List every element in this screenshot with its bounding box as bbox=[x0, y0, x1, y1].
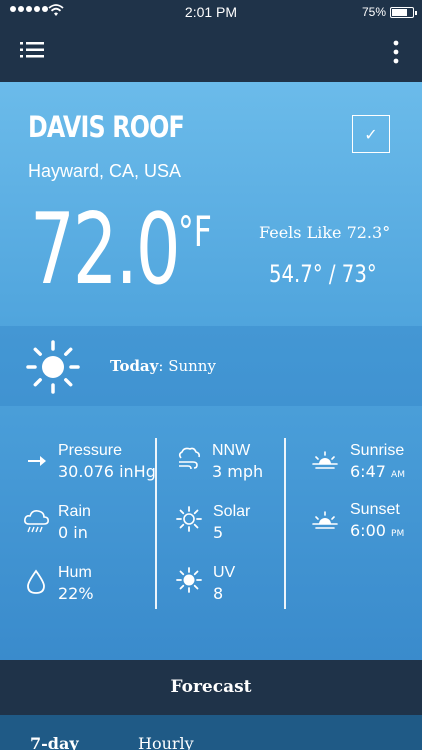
current-temperature: 72.0 bbox=[30, 193, 181, 307]
condition-value: Sunny bbox=[168, 357, 216, 375]
sunrise-ampm: AM bbox=[391, 470, 405, 480]
wind-stat: NNW 3 mph bbox=[212, 441, 263, 483]
nav-bar bbox=[0, 24, 422, 82]
station-name: DAVIS ROOF bbox=[28, 110, 185, 144]
solar-label: Solar bbox=[213, 503, 251, 520]
temperature-unit: °F bbox=[178, 207, 212, 256]
pressure-stat: Pressure 30.076 inHg bbox=[58, 441, 156, 483]
solar-value: 5 bbox=[213, 523, 224, 542]
sunrise-icon bbox=[312, 451, 338, 469]
condition-separator: : bbox=[158, 357, 169, 375]
sunrise-time: 6:47 bbox=[350, 462, 386, 481]
battery-percent: 75% bbox=[361, 5, 386, 19]
favorite-checkbox[interactable]: ✓ bbox=[352, 115, 390, 153]
vertical-dots-icon[interactable] bbox=[392, 40, 400, 64]
humidity-stat: Hum 22% bbox=[58, 563, 94, 605]
uv-label: UV bbox=[213, 564, 236, 581]
sunset-time: 6:00 bbox=[350, 521, 386, 540]
checkmark-icon: ✓ bbox=[364, 124, 378, 144]
uv-sun-icon bbox=[176, 567, 202, 593]
pressure-label: Pressure bbox=[58, 442, 123, 459]
sunrise-stat: Sunrise 6:47 AM bbox=[350, 441, 405, 486]
sunset-icon bbox=[312, 511, 338, 529]
humidity-label: Hum bbox=[58, 564, 92, 581]
wind-cloud-icon bbox=[178, 447, 200, 470]
wind-speed: 3 mph bbox=[212, 462, 264, 481]
battery-icon bbox=[390, 7, 417, 18]
hi-lo-temperature: 54.7° / 73° bbox=[269, 260, 377, 288]
uv-value: 8 bbox=[213, 584, 224, 603]
status-time: 2:01 PM bbox=[184, 4, 238, 20]
droplet-icon bbox=[27, 569, 45, 594]
today-condition: Today: Sunny bbox=[0, 326, 422, 406]
pressure-value: 30.076 inHg bbox=[58, 462, 156, 481]
sunset-stat: Sunset 6:00 PM bbox=[350, 500, 404, 545]
list-menu-icon[interactable] bbox=[20, 40, 44, 60]
sun-icon bbox=[26, 340, 80, 394]
tab-7-day[interactable]: 7-day bbox=[30, 734, 79, 750]
solar-sun-icon bbox=[176, 506, 202, 532]
sunset-ampm: PM bbox=[391, 529, 405, 539]
forecast-header: Forecast bbox=[0, 660, 422, 715]
sunrise-label: Sunrise bbox=[350, 442, 405, 459]
forecast-tabs: 7-day Hourly bbox=[0, 715, 422, 750]
condition-day: Today bbox=[110, 357, 159, 375]
humidity-value: 22% bbox=[58, 584, 94, 603]
wind-direction: NNW bbox=[212, 442, 251, 459]
rain-cloud-icon bbox=[24, 510, 49, 533]
sunset-label: Sunset bbox=[350, 501, 400, 518]
solar-stat: Solar 5 bbox=[213, 502, 250, 544]
rain-value: 0 in bbox=[58, 523, 88, 542]
rain-label: Rain bbox=[58, 503, 91, 520]
uv-stat: UV 8 bbox=[213, 563, 235, 605]
rain-stat: Rain 0 in bbox=[58, 502, 91, 544]
station-location: Hayward, CA, USA bbox=[28, 161, 182, 181]
status-bar: 2:01 PM 75% bbox=[0, 0, 422, 24]
column-divider bbox=[284, 438, 286, 609]
arrow-right-icon bbox=[28, 456, 46, 466]
feels-like: Feels Like 72.3° bbox=[259, 223, 391, 242]
condition-text: Today: Sunny bbox=[110, 357, 216, 375]
tab-hourly[interactable]: Hourly bbox=[138, 734, 194, 750]
